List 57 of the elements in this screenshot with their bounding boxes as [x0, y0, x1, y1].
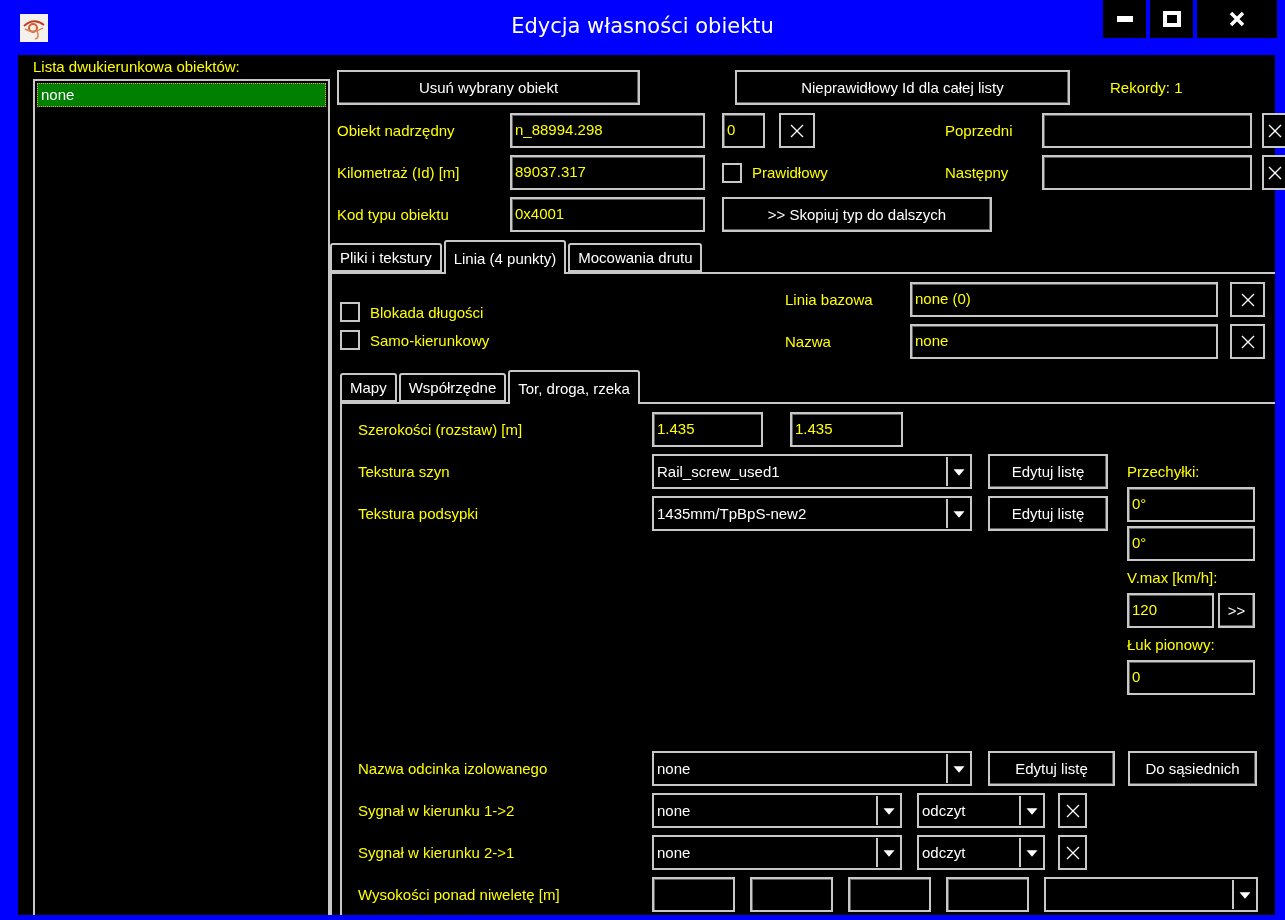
- apply-button[interactable]: >>: [1218, 593, 1255, 628]
- dropdown[interactable]: odczyt: [917, 793, 1045, 828]
- invalid-id-button[interactable]: Nieprawidłowy Id dla całej listy: [735, 70, 1070, 105]
- field-label: Kilometraż (Id) [m]: [337, 164, 461, 181]
- checkbox-label: Samo-kierunkowy: [370, 331, 490, 349]
- field-label: Sygnał w kierunku 2->1: [358, 844, 516, 861]
- input-field[interactable]: 120: [1127, 593, 1214, 628]
- input-field[interactable]: 0x4001: [510, 197, 705, 232]
- field-label: Szerokości (rozstaw) [m]: [358, 421, 524, 438]
- checkbox-label: Prawidłowy: [752, 164, 828, 181]
- input-field[interactable]: 1.435: [790, 412, 903, 447]
- list-item[interactable]: none: [37, 83, 326, 107]
- dropdown[interactable]: none: [652, 793, 902, 828]
- checkbox-label: Blokada długości: [370, 303, 484, 321]
- dropdown[interactable]: odczyt: [917, 835, 1045, 870]
- input-field[interactable]: n_88994.298: [510, 113, 705, 148]
- field-label: Wysokości ponad niweletę [m]: [358, 886, 561, 903]
- field-label: Nazwa: [785, 333, 832, 350]
- input-field[interactable]: 89037.317: [510, 155, 705, 190]
- field-label: Tekstura podsypki: [358, 505, 480, 522]
- tab[interactable]: Tor, droga, rzeka: [508, 370, 640, 404]
- list-label: Lista dwukierunkowa obiektów:: [33, 58, 241, 75]
- field-label: Następny: [945, 164, 1010, 181]
- input-field[interactable]: 0: [722, 113, 765, 148]
- dropdown[interactable]: 1435mm/TpBpS-new2: [652, 496, 972, 531]
- input-field[interactable]: 0: [1127, 660, 1255, 695]
- edit-list-button[interactable]: Edytuj listę: [988, 751, 1115, 786]
- dropdown[interactable]: none: [652, 751, 972, 786]
- field-label: Tekstura szyn: [358, 463, 451, 480]
- field-label: Łuk pionowy:: [1127, 635, 1216, 655]
- tab[interactable]: Mocowania drutu: [568, 243, 703, 272]
- neighbors-button[interactable]: Do sąsiednich: [1128, 751, 1257, 786]
- input-field[interactable]: 0°: [1127, 487, 1255, 522]
- input-field[interactable]: 1.435: [652, 412, 763, 447]
- field-label: Kod typu obiektu: [337, 206, 450, 223]
- field-label: Przechyłki:: [1127, 462, 1201, 482]
- delete-button[interactable]: Usuń wybrany obiekt: [337, 70, 640, 105]
- field-label: Obiekt nadrzędny: [337, 122, 456, 139]
- window-title: Edycja własności obiektu: [511, 14, 774, 38]
- edit-list-button[interactable]: Edytuj listę: [988, 496, 1108, 531]
- tab[interactable]: Mapy: [340, 373, 397, 402]
- dropdown[interactable]: none: [652, 835, 902, 870]
- field-label: Linia bazowa: [785, 291, 874, 308]
- field-label: Poprzedni: [945, 122, 1014, 139]
- input-field[interactable]: none: [910, 324, 1218, 359]
- dropdown[interactable]: Rail_screw_used1: [652, 454, 972, 489]
- input-field[interactable]: none (0): [910, 282, 1218, 317]
- edit-list-button[interactable]: Edytuj listę: [988, 454, 1108, 489]
- copy-type-button[interactable]: >> Skopiuj typ do dalszych: [722, 197, 992, 232]
- tab[interactable]: Linia (4 punkty): [443, 240, 567, 274]
- field-label: Nazwa odcinka izolowanego: [358, 760, 549, 777]
- tab[interactable]: Współrzędne: [398, 373, 507, 402]
- input-field[interactable]: 0°: [1127, 526, 1255, 561]
- field-label: Sygnał w kierunku 1->2: [358, 802, 516, 819]
- field-label: V.max [km/h]:: [1127, 568, 1219, 588]
- tab[interactable]: Pliki i tekstury: [330, 243, 442, 272]
- records-count: Rekordy: 1: [1110, 79, 1183, 96]
